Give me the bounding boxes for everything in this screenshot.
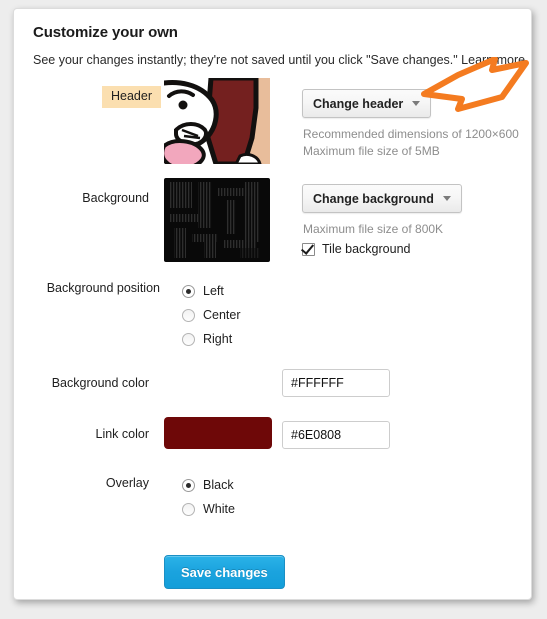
save-changes-button[interactable]: Save changes [164, 555, 285, 589]
background-thumbnail-image [164, 178, 270, 262]
header-thumbnail-image [164, 78, 270, 164]
header-dimensions-hint: Recommended dimensions of 1200×600 [303, 127, 519, 141]
background-color-label: Background color [51, 376, 149, 390]
page-title: Customize your own [33, 24, 178, 41]
radio-label: Left [203, 284, 224, 298]
overlay-label: Overlay [105, 476, 149, 490]
radio-background-position-center[interactable]: Center [182, 303, 241, 327]
radio-background-position-left[interactable]: Left [182, 279, 241, 303]
checkmark-icon [302, 242, 315, 256]
radio-unselected-icon [182, 502, 195, 516]
radio-unselected-icon [182, 308, 195, 322]
link-color-label: Link color [95, 427, 150, 441]
learn-more-link[interactable]: Learn more. [461, 53, 528, 67]
radio-selected-icon [182, 284, 195, 298]
link-color-swatch[interactable] [164, 417, 272, 449]
radio-overlay-white[interactable]: White [182, 497, 235, 521]
overlay-radio-group: Black White [182, 473, 235, 521]
tile-background-label: Tile background [322, 242, 411, 256]
background-filesize-hint: Maximum file size of 800K [303, 222, 444, 236]
panel-description: See your changes instantly; they're not … [33, 53, 529, 67]
customize-panel: Customize your own See your changes inst… [13, 8, 532, 600]
save-changes-button-label: Save changes [181, 564, 268, 580]
chevron-down-icon [442, 196, 451, 201]
change-background-button[interactable]: Change background [302, 184, 462, 213]
radio-overlay-black[interactable]: Black [182, 473, 235, 497]
change-header-button-label: Change header [313, 96, 404, 111]
link-color-input[interactable] [282, 421, 390, 449]
panel-description-text: See your changes instantly; they're not … [33, 53, 462, 67]
header-thumbnail[interactable] [164, 78, 270, 164]
page-background: Customize your own See your changes inst… [0, 0, 547, 619]
chevron-down-icon [412, 101, 421, 106]
tile-background-checkbox[interactable]: Tile background [302, 242, 410, 256]
radio-unselected-icon [182, 332, 195, 346]
background-color-input[interactable] [282, 369, 390, 397]
radio-label: White [203, 502, 235, 516]
change-background-button-label: Change background [313, 191, 434, 206]
radio-selected-icon [182, 478, 195, 492]
radio-label: Black [203, 478, 234, 492]
header-filesize-hint: Maximum file size of 5MB [303, 144, 440, 158]
background-thumbnail[interactable] [164, 178, 270, 262]
header-row-label: Header [102, 86, 161, 108]
radio-background-position-right[interactable]: Right [182, 327, 241, 351]
background-row-label: Background [82, 191, 149, 205]
radio-label: Center [203, 308, 241, 322]
background-position-label: Background position [46, 281, 160, 295]
change-header-button[interactable]: Change header [302, 89, 432, 118]
radio-label: Right [203, 332, 233, 346]
background-position-radio-group: Left Center Right [182, 279, 241, 351]
